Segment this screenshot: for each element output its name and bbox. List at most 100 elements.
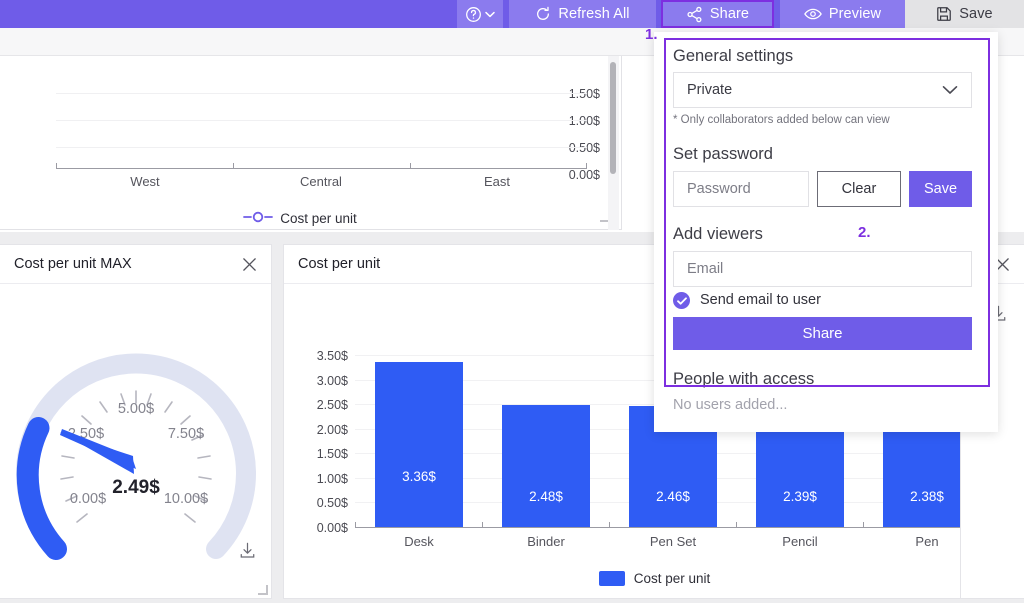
people-with-access-title: People with access bbox=[673, 370, 815, 388]
chevron-down-icon bbox=[485, 11, 495, 18]
check-icon bbox=[676, 296, 687, 305]
bar-x-axis bbox=[355, 527, 995, 528]
bar-value-label: 3.36$ bbox=[402, 469, 436, 484]
line-x-tick bbox=[586, 163, 587, 169]
email-placeholder: Email bbox=[687, 261, 724, 277]
share-panel: General settings Private * Only collabor… bbox=[654, 32, 998, 432]
bar-value-label: 2.48$ bbox=[529, 489, 563, 504]
set-password-title: Set password bbox=[673, 145, 773, 163]
share-button[interactable]: Share bbox=[661, 0, 774, 28]
bar-ytick-label: 2.00$ bbox=[316, 423, 348, 437]
bar-ytick-label: 3.00$ bbox=[316, 374, 348, 388]
bar-x-label: Binder bbox=[527, 534, 565, 549]
chevron-down-icon bbox=[942, 85, 958, 95]
save-label: Save bbox=[959, 6, 993, 22]
share-icon bbox=[686, 6, 703, 23]
email-input[interactable]: Email bbox=[673, 251, 972, 287]
line-legend-marker-icon bbox=[243, 211, 274, 226]
annotation-step-2: 2. bbox=[858, 224, 871, 241]
gauge-card-header: Cost per unit MAX bbox=[0, 245, 271, 284]
help-circle-icon bbox=[465, 6, 482, 23]
gauge-tick-label-2: 5.00$ bbox=[118, 401, 154, 417]
bar[interactable] bbox=[502, 405, 590, 527]
resize-handle[interactable] bbox=[258, 585, 269, 596]
line-gridline bbox=[56, 147, 587, 148]
line-x-axis bbox=[56, 168, 587, 169]
bar-ytick-label: 1.00$ bbox=[316, 472, 348, 486]
bar-chart-legend: Cost per unit bbox=[284, 571, 1024, 586]
bar-ytick-label: 0.00$ bbox=[316, 521, 348, 535]
line-gridline bbox=[56, 120, 587, 121]
line-x-tick bbox=[56, 163, 57, 169]
share-submit-label: Share bbox=[802, 325, 843, 342]
bar-x-tick bbox=[482, 522, 483, 528]
line-ytick-label: 1.50$ bbox=[568, 87, 600, 101]
bar-x-tick bbox=[736, 522, 737, 528]
gauge-tick-label-3: 7.50$ bbox=[168, 426, 204, 442]
clear-label: Clear bbox=[841, 181, 877, 197]
save-button[interactable]: Save bbox=[905, 0, 1024, 28]
send-email-label: Send email to user bbox=[700, 292, 821, 308]
bar-x-tick bbox=[863, 522, 864, 528]
visibility-value: Private bbox=[687, 82, 733, 98]
close-icon[interactable] bbox=[242, 257, 257, 272]
no-users-label: No users added... bbox=[673, 397, 788, 413]
bar-ytick-label: 3.50$ bbox=[316, 349, 348, 363]
save-password-button[interactable]: Save bbox=[909, 171, 972, 207]
bar-x-tick bbox=[355, 522, 356, 528]
line-chart-legend: Cost per unit bbox=[0, 211, 600, 226]
send-email-checkbox[interactable] bbox=[673, 292, 690, 309]
bar-value-label: 2.39$ bbox=[783, 489, 817, 504]
annotation-step-1: 1. bbox=[645, 26, 658, 43]
visibility-select[interactable]: Private bbox=[673, 72, 972, 108]
bar-x-label: Pen Set bbox=[649, 534, 697, 549]
save-password-label: Save bbox=[923, 181, 958, 197]
gauge-chart-plot: 0.00$ 2.50$ 5.00$ 7.50$ 10.00$ bbox=[0, 293, 271, 593]
gauge-value-label: 2.49$ bbox=[112, 477, 160, 498]
bar[interactable] bbox=[375, 362, 463, 527]
eye-icon bbox=[804, 7, 822, 21]
refresh-all-label: Refresh All bbox=[558, 6, 630, 22]
main-toolbar: Refresh All Share Preview Save bbox=[0, 0, 1024, 28]
share-submit-button[interactable]: Share bbox=[673, 317, 972, 350]
bar-x-tick bbox=[609, 522, 610, 528]
bar-value-label: 2.46$ bbox=[656, 489, 690, 504]
line-legend-label: Cost per unit bbox=[280, 211, 357, 226]
help-button[interactable] bbox=[457, 0, 503, 28]
line-x-label: West bbox=[130, 174, 160, 189]
password-input[interactable]: Password bbox=[673, 171, 809, 207]
line-x-tick bbox=[233, 163, 234, 169]
bar-value-label: 2.38$ bbox=[910, 489, 944, 504]
gauge-card-title: Cost per unit MAX bbox=[14, 256, 132, 272]
app-root: Refresh All Share Preview Save 1.50$ 1.0… bbox=[0, 0, 1024, 603]
line-x-tick bbox=[410, 163, 411, 169]
line-card-scrollbar-thumb[interactable] bbox=[610, 62, 616, 174]
clear-password-button[interactable]: Clear bbox=[817, 171, 901, 207]
refresh-all-button[interactable]: Refresh All bbox=[509, 0, 656, 28]
bar-ytick-label: 2.50$ bbox=[316, 398, 348, 412]
line-chart-plot: 1.50$ 1.00$ 0.50$ 0.00$ West Central Eas… bbox=[0, 56, 600, 189]
general-settings-title: General settings bbox=[673, 47, 794, 65]
password-placeholder: Password bbox=[687, 181, 751, 197]
visibility-note: * Only collaborators added below can vie… bbox=[673, 114, 890, 126]
gauge-svg: 0.00$ 2.50$ 5.00$ 7.50$ 10.00$ bbox=[16, 353, 256, 560]
line-ytick-label: 0.50$ bbox=[568, 141, 600, 155]
bar-x-label: Desk bbox=[404, 534, 434, 549]
refresh-icon bbox=[535, 6, 551, 22]
preview-label: Preview bbox=[828, 6, 882, 22]
share-button-label: Share bbox=[709, 6, 750, 22]
add-viewers-title: Add viewers bbox=[673, 225, 763, 243]
bar-x-label: Pen bbox=[915, 534, 939, 549]
bar-legend-swatch-icon bbox=[598, 571, 625, 586]
bar-ytick-label: 0.50$ bbox=[316, 496, 348, 510]
line-gridline bbox=[56, 93, 587, 94]
bar-legend-label: Cost per unit bbox=[633, 571, 711, 586]
line-x-label: East bbox=[483, 174, 510, 189]
line-x-label: Central bbox=[300, 174, 342, 189]
bar-x-label: Pencil bbox=[782, 534, 818, 549]
line-ytick-label: 1.00$ bbox=[568, 114, 600, 128]
bar-ytick-label: 1.50$ bbox=[316, 447, 348, 461]
preview-button[interactable]: Preview bbox=[780, 0, 905, 28]
line-chart-card: 1.50$ 1.00$ 0.50$ 0.00$ West Central Eas… bbox=[0, 56, 622, 230]
floppy-disk-icon bbox=[936, 6, 952, 22]
